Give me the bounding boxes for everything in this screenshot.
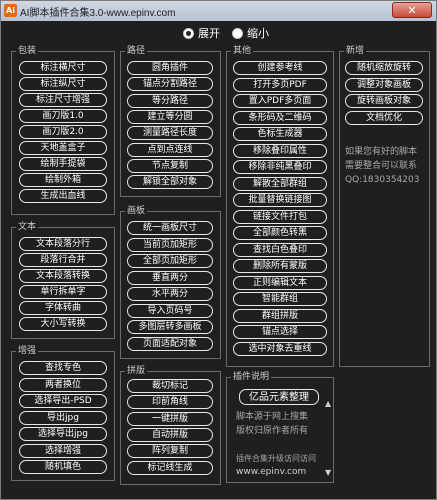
text-button-2[interactable]: 段落行合并 [19, 253, 107, 267]
scroll-up-icon[interactable]: ▲ [325, 399, 331, 408]
shrink-label: 缩小 [247, 27, 269, 40]
package-button-6[interactable]: 天地盖盒子 [19, 141, 107, 155]
imposition-button-2[interactable]: 印前角线 [127, 395, 213, 409]
enhance-button-1[interactable]: 查找专色 [19, 361, 107, 375]
path-button-2[interactable]: 锚点分割路径 [127, 77, 213, 91]
group-title-enhance: 增强 [16, 345, 39, 357]
other-button-18[interactable]: 选中对象去重线 [233, 342, 327, 356]
text-button-3[interactable]: 文本段落转换 [19, 269, 107, 283]
package-button-1[interactable]: 标注横尺寸 [19, 61, 107, 75]
plugin-info-main-button[interactable]: 亿品元素整理 [239, 389, 319, 405]
new-button-3[interactable]: 旋转画板对象 [345, 94, 423, 108]
other-button-17[interactable]: 锚点选择 [233, 325, 327, 339]
artboard-button-1[interactable]: 统一画板尺寸 [127, 221, 213, 235]
plugin-info-line-1: 脚本源于网上搜集 [236, 412, 309, 422]
text-button-5[interactable]: 字体转曲 [19, 301, 107, 315]
package-button-8[interactable]: 绘制外箱 [19, 173, 107, 187]
expand-label: 展开 [198, 27, 220, 40]
expand-radio[interactable] [183, 27, 194, 39]
contact-line-1: 如果您有好的脚本 [345, 147, 418, 157]
group-title-new: 新增 [344, 45, 367, 57]
other-button-16[interactable]: 群组拼版 [233, 309, 327, 323]
artboard-button-3[interactable]: 全部页加矩形 [127, 254, 213, 268]
package-button-2[interactable]: 标注纵尺寸 [19, 77, 107, 91]
other-button-10[interactable]: 链接文件打包 [233, 210, 327, 224]
app-icon: Ai [4, 4, 17, 17]
artboard-button-4[interactable]: 垂直两分 [127, 271, 213, 285]
other-button-3[interactable]: 置入PDF多页面 [233, 94, 327, 108]
window-title: AI脚本插件合集3.0-www.epinv.com [20, 8, 176, 19]
plugin-info-line-2: 版权归原作者所有 [236, 426, 309, 436]
group-title-plugin-info: 插件说明 [231, 371, 272, 383]
package-button-3[interactable]: 标注尺寸增强 [19, 93, 107, 107]
group-title-text: 文本 [16, 221, 39, 233]
other-button-15[interactable]: 智能群组 [233, 292, 327, 306]
artboard-button-5[interactable]: 水平两分 [127, 287, 213, 301]
footer-url[interactable]: www.epinv.com [236, 467, 306, 477]
other-button-4[interactable]: 条形码及二维码 [233, 111, 327, 125]
package-button-4[interactable]: 画刀版1.0 [19, 109, 107, 123]
path-button-5[interactable]: 测量路径长度 [127, 126, 213, 140]
path-button-8[interactable]: 解锁全部对象 [127, 175, 213, 189]
imposition-button-6[interactable]: 标记线生成 [127, 461, 213, 475]
new-button-1[interactable]: 随机缩放旋转 [345, 61, 423, 75]
enhance-button-3[interactable]: 选择导出-PSD [19, 394, 107, 408]
imposition-button-3[interactable]: 一键拼版 [127, 412, 213, 426]
shrink-radio[interactable] [232, 27, 243, 39]
path-button-4[interactable]: 建立等分圆 [127, 110, 213, 124]
enhance-button-7[interactable]: 随机填色 [19, 460, 107, 474]
group-title-imposition: 拼版 [125, 365, 148, 377]
imposition-button-1[interactable]: 裁切标记 [127, 379, 213, 393]
other-button-7[interactable]: 移除非纯黑叠印 [233, 160, 327, 174]
group-title-other: 其他 [231, 45, 254, 57]
group-title-artboard: 画板 [125, 205, 148, 217]
other-button-6[interactable]: 移除叠印属性 [233, 144, 327, 158]
artboard-button-2[interactable]: 当前页加矩形 [127, 238, 213, 252]
imposition-button-5[interactable]: 阵列复制 [127, 444, 213, 458]
artboard-button-8[interactable]: 页面适配对象 [127, 337, 213, 351]
contact-qq: QQ:1830354203 [345, 175, 420, 185]
enhance-button-2[interactable]: 两者换位 [19, 378, 107, 392]
package-button-9[interactable]: 生成出血线 [19, 189, 107, 203]
contact-line-2: 需要整合可以联系 [345, 161, 418, 171]
path-button-6[interactable]: 点到点连线 [127, 143, 213, 157]
other-button-8[interactable]: 解散全部群组 [233, 177, 327, 191]
new-button-4[interactable]: 文档优化 [345, 111, 423, 125]
artboard-button-7[interactable]: 多图层转多画板 [127, 320, 213, 334]
other-button-1[interactable]: 创建参考线 [233, 61, 327, 75]
path-button-1[interactable]: 圆角插件 [127, 61, 213, 75]
close-button[interactable]: ✕ [392, 2, 432, 18]
other-button-9[interactable]: 批量替换链接图 [233, 193, 327, 207]
scroll-down-icon[interactable]: ▼ [325, 468, 331, 477]
other-button-12[interactable]: 查找白色叠印 [233, 243, 327, 257]
enhance-button-5[interactable]: 选择导出jpg [19, 427, 107, 441]
group-title-path: 路径 [125, 45, 148, 57]
main-window: Ai AI脚本插件合集3.0-www.epinv.com ✕ 展开 缩小 包装 … [0, 0, 437, 500]
plugin-info-line-4: 插件合集升级访问访问 [236, 454, 316, 463]
imposition-button-4[interactable]: 自动拼版 [127, 428, 213, 442]
path-button-3[interactable]: 等分路径 [127, 94, 213, 108]
new-button-2[interactable]: 调整对象画板 [345, 78, 423, 92]
group-title-package: 包装 [16, 45, 39, 57]
title-bar: Ai AI脚本插件合集3.0-www.epinv.com ✕ [1, 1, 436, 21]
path-button-7[interactable]: 节点复制 [127, 159, 213, 173]
other-button-11[interactable]: 全部颜色转黑 [233, 226, 327, 240]
text-button-6[interactable]: 大小写转换 [19, 317, 107, 331]
other-button-5[interactable]: 色标生成器 [233, 127, 327, 141]
other-button-14[interactable]: 正则编辑文本 [233, 276, 327, 290]
other-button-2[interactable]: 打开多页PDF [233, 78, 327, 92]
enhance-button-6[interactable]: 选择增强 [19, 444, 107, 458]
text-button-4[interactable]: 单行拆单字 [19, 285, 107, 299]
artboard-button-6[interactable]: 导入页码号 [127, 304, 213, 318]
package-button-7[interactable]: 绘制手提袋 [19, 157, 107, 171]
text-button-1[interactable]: 文本段落分行 [19, 237, 107, 251]
enhance-button-4[interactable]: 导出jpg [19, 411, 107, 425]
other-button-13[interactable]: 删除所有蒙版 [233, 259, 327, 273]
package-button-5[interactable]: 画刀版2.0 [19, 125, 107, 139]
view-mode-toggle: 展开 缩小 [183, 25, 269, 41]
